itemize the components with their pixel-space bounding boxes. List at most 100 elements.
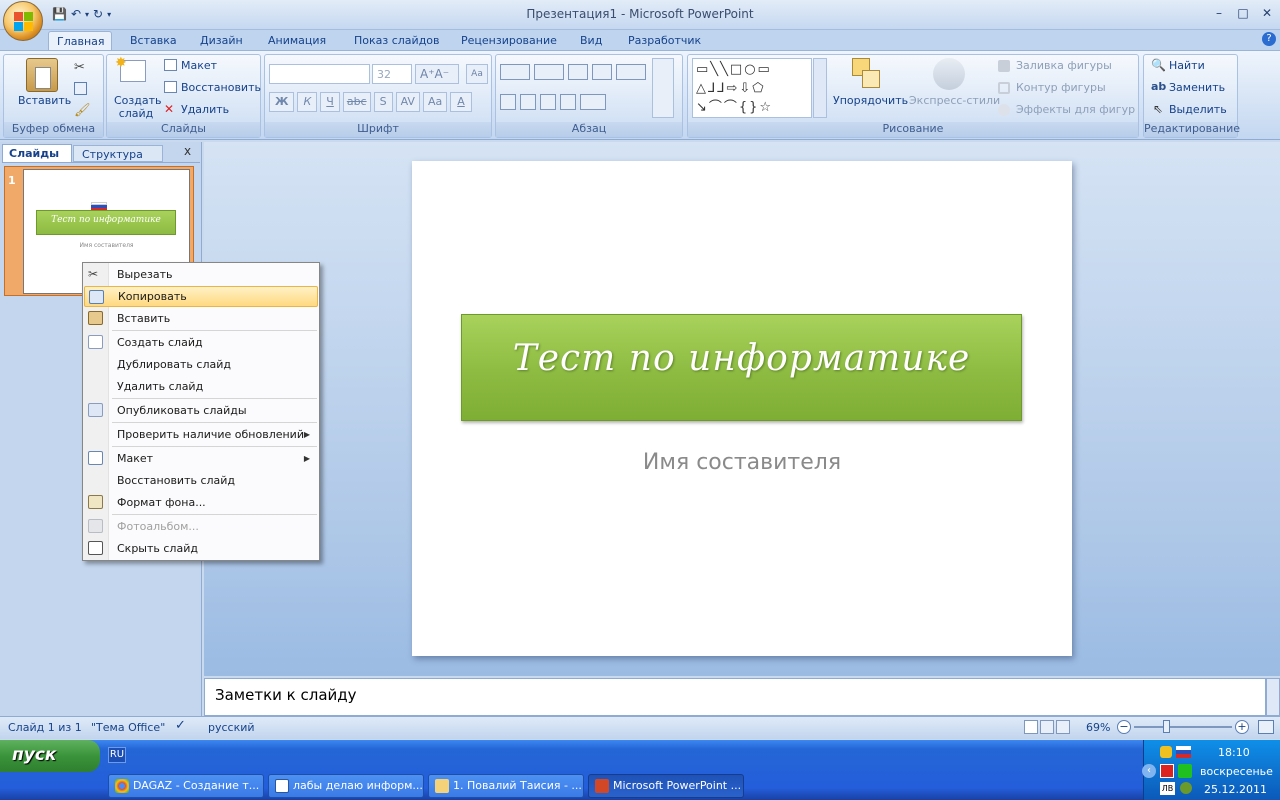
justify-icon[interactable] (560, 94, 576, 110)
tab-design[interactable]: Дизайн (192, 31, 251, 51)
task-browser[interactable]: DAGAZ - Создание т... (108, 774, 264, 798)
text-direction-icon[interactable] (652, 58, 674, 118)
tab-developer[interactable]: Разработчик (620, 31, 709, 51)
font-size-combo[interactable]: 32 (372, 64, 412, 84)
align-left-icon[interactable] (500, 94, 516, 110)
language-status[interactable]: русский (208, 721, 255, 734)
grow-shrink-font-icon[interactable]: A⁺A⁻ (415, 64, 459, 84)
normal-view-icon[interactable] (1024, 720, 1038, 734)
pane-close-button[interactable]: x (184, 144, 191, 158)
numbering-icon[interactable] (534, 64, 564, 80)
arrange-icon (852, 58, 882, 90)
tab-insert[interactable]: Вставка (122, 31, 185, 51)
tab-home[interactable]: Главная (48, 31, 112, 51)
language-bar[interactable]: RU (108, 747, 126, 763)
align-right-icon[interactable] (540, 94, 556, 110)
bold-button[interactable]: Ж (269, 92, 295, 112)
tab-outline[interactable]: Структура (73, 145, 163, 162)
char-spacing-button[interactable]: AV (395, 92, 420, 112)
align-center-icon[interactable] (520, 94, 536, 110)
font-name-combo[interactable] (269, 64, 370, 84)
change-case-button[interactable]: Aa (422, 92, 448, 112)
menu-item-paste[interactable]: Вставить (84, 308, 318, 329)
tray-icon-1[interactable] (1160, 746, 1172, 758)
tray-icon-4[interactable] (1180, 782, 1192, 794)
menu-item-hide-slide[interactable]: Скрыть слайд (84, 538, 318, 559)
quick-styles-button[interactable]: Экспресс-стили (909, 94, 1000, 107)
arrange-button[interactable]: Упорядочить (833, 94, 908, 107)
help-icon[interactable]: ? (1262, 32, 1276, 46)
italic-button[interactable]: К (297, 92, 318, 112)
tab-view[interactable]: Вид (572, 31, 610, 51)
columns-icon[interactable] (580, 94, 606, 110)
delete-button[interactable]: Удалить (181, 103, 229, 116)
slide-subtitle[interactable]: Имя составителя (412, 450, 1072, 475)
maximize-button[interactable]: □ (1232, 6, 1254, 22)
menu-item-layout[interactable]: Макет ▶ (84, 448, 318, 469)
tab-animation[interactable]: Анимация (260, 31, 334, 51)
format-painter-icon[interactable]: 🖌 (74, 103, 91, 118)
increase-indent-icon[interactable] (592, 64, 612, 80)
menu-item-cut[interactable]: ✂ Вырезать (84, 264, 318, 285)
office-button[interactable] (3, 1, 43, 41)
clear-format-icon[interactable]: Aa (466, 64, 488, 84)
paste-button[interactable]: Вставить (18, 94, 71, 107)
find-button[interactable]: Найти (1169, 59, 1205, 72)
spellcheck-icon[interactable]: ✓ (175, 718, 186, 733)
start-button[interactable]: пуск (0, 740, 100, 772)
menu-item-delete[interactable]: Удалить слайд (84, 376, 318, 397)
cut-icon[interactable]: ✂ (74, 60, 85, 75)
zoom-thumb[interactable] (1163, 720, 1170, 733)
copy-icon[interactable] (74, 82, 87, 95)
underline-button[interactable]: Ч (320, 92, 340, 112)
zoom-slider[interactable] (1134, 726, 1232, 728)
fit-slide-icon[interactable] (1258, 720, 1274, 734)
slideshow-view-icon[interactable] (1056, 720, 1070, 734)
zoom-in-icon[interactable]: + (1235, 720, 1249, 734)
shapes-gallery-scroll[interactable] (813, 58, 827, 118)
replace-button[interactable]: Заменить (1169, 81, 1225, 94)
select-button[interactable]: Выделить (1169, 103, 1227, 116)
line-spacing-icon[interactable] (616, 64, 646, 80)
close-button[interactable]: ✕ (1256, 6, 1278, 22)
new-slide-button[interactable]: Создать слайд (114, 94, 162, 120)
menu-item-copy[interactable]: Копировать (84, 286, 318, 307)
editing-group-label: Редактирование (1144, 122, 1240, 137)
photo-album-icon (88, 519, 103, 533)
zoom-out-icon[interactable]: − (1117, 720, 1131, 734)
sorter-view-icon[interactable] (1040, 720, 1054, 734)
task-folder[interactable]: 1. Повалий Таисия - ... (428, 774, 584, 798)
shape-fill-button[interactable]: Заливка фигуры (1016, 59, 1112, 72)
tray-expand-icon[interactable]: ‹ (1142, 764, 1156, 778)
task-word[interactable]: лабы делаю информ... (268, 774, 424, 798)
minimize-button[interactable]: – (1208, 6, 1230, 22)
menu-item-format-background[interactable]: Формат фона... (84, 492, 318, 513)
tray-lang-indicator[interactable]: ЛВ (1160, 782, 1175, 795)
menu-item-check-updates[interactable]: Проверить наличие обновлений ▶ (84, 424, 318, 445)
bullets-icon[interactable] (500, 64, 530, 80)
shape-effects-button[interactable]: Эффекты для фигур (1016, 103, 1135, 116)
notes-scrollbar[interactable] (1266, 678, 1280, 716)
shape-outline-button[interactable]: Контур фигуры (1016, 81, 1106, 94)
tray-icon-2[interactable] (1160, 764, 1174, 778)
decrease-indent-icon[interactable] (568, 64, 588, 80)
notes-field[interactable]: Заметки к слайду (204, 678, 1266, 716)
tab-slideshow[interactable]: Показ слайдов (346, 31, 448, 51)
task-powerpoint[interactable]: Microsoft PowerPoint ... (588, 774, 744, 798)
font-color-button[interactable]: A (450, 92, 472, 112)
layout-button[interactable]: Макет (181, 59, 217, 72)
shapes-gallery[interactable]: ▭╲╲□○▭ △⅃⅃⇨⇩⬠ ↘⌒⌒{}☆ (692, 58, 812, 118)
tab-review[interactable]: Рецензирование (453, 31, 565, 51)
strikethrough-button[interactable]: abc (342, 92, 371, 112)
tab-slides[interactable]: Слайды (2, 144, 72, 162)
tray-flag-icon[interactable] (1176, 746, 1191, 758)
menu-item-new-slide[interactable]: Создать слайд (84, 332, 318, 353)
zoom-level[interactable]: 69% (1086, 721, 1110, 734)
shadow-button[interactable]: S (373, 92, 393, 112)
menu-item-publish[interactable]: Опубликовать слайды (84, 400, 318, 421)
reset-button[interactable]: Восстановить (181, 81, 261, 94)
menu-item-duplicate[interactable]: Дублировать слайд (84, 354, 318, 375)
menu-item-reset-slide[interactable]: Восстановить слайд (84, 470, 318, 491)
menu-item-hide-slide-label: Скрыть слайд (117, 542, 198, 555)
tray-icon-3[interactable] (1178, 764, 1192, 778)
